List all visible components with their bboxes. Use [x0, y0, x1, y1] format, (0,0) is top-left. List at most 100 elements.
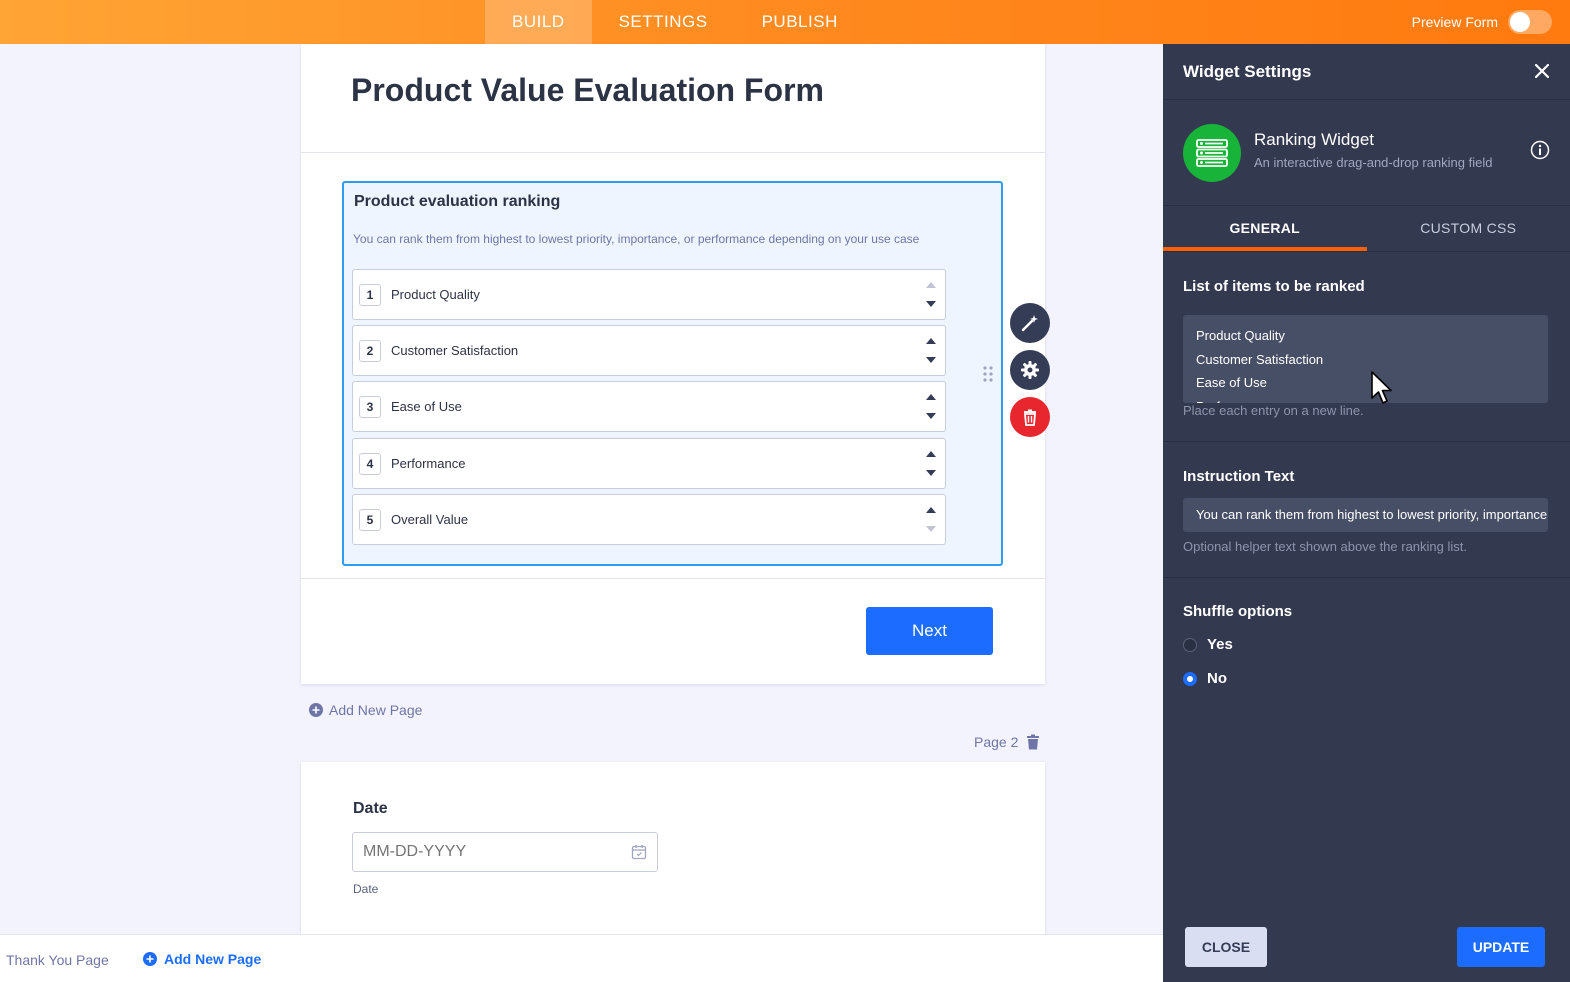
date-field-label: Date	[353, 800, 388, 817]
form-page-2: Date Date	[301, 762, 1045, 934]
instruction-section-label: Instruction Text	[1183, 468, 1295, 485]
shuffle-option-yes[interactable]: Yes	[1183, 636, 1233, 653]
rank-item-text: Product Quality	[391, 287, 480, 302]
toggle-knob	[1510, 12, 1530, 32]
instruction-section: Instruction Text You can rank them from …	[1163, 442, 1570, 578]
date-sublabel: Date	[353, 882, 379, 896]
radio-label: No	[1207, 670, 1227, 687]
form-title[interactable]: Product Value Evaluation Form	[351, 72, 824, 109]
panel-header: Widget Settings	[1163, 44, 1570, 100]
wand-button[interactable]	[1010, 303, 1050, 343]
rank-number: 4	[359, 453, 381, 475]
preview-form-toggle[interactable]	[1508, 10, 1552, 34]
trash-icon	[1024, 409, 1036, 426]
thank-you-page-link[interactable]: Thank You Page	[6, 952, 109, 968]
rank-item-text: Overall Value	[391, 512, 469, 527]
trash-icon[interactable]	[1026, 734, 1040, 750]
arrow-down-icon[interactable]	[925, 525, 937, 534]
rank-item[interactable]: 1 Product Quality	[352, 269, 946, 320]
rank-item-text: Performance	[391, 456, 466, 471]
rank-number: 2	[359, 340, 381, 362]
items-textarea[interactable]: Product Quality Customer Satisfaction Ea…	[1183, 315, 1548, 403]
items-section: List of items to be ranked Product Quali…	[1163, 252, 1570, 442]
tab-general[interactable]: GENERAL	[1163, 206, 1367, 251]
plus-circle-icon	[309, 703, 323, 717]
ranking-widget[interactable]: Product evaluation ranking You can rank …	[342, 181, 1003, 566]
tab-publish[interactable]: PUBLISH	[735, 0, 865, 44]
shuffle-section: Shuffle options Yes No	[1163, 578, 1570, 718]
radio-button[interactable]	[1183, 671, 1197, 686]
widget-settings-panel: Widget Settings Ranking Widget An intera…	[1163, 44, 1570, 982]
arrow-down-icon[interactable]	[925, 300, 937, 309]
arrow-up-icon[interactable]	[925, 336, 937, 345]
items-hint: Place each entry on a new line.	[1183, 403, 1364, 418]
arrow-up-icon[interactable]	[925, 449, 937, 458]
update-button[interactable]: UPDATE	[1457, 927, 1545, 967]
items-section-label: List of items to be ranked	[1183, 278, 1365, 295]
rank-item[interactable]: 3 Ease of Use	[352, 381, 946, 432]
arrow-down-icon[interactable]	[925, 412, 937, 421]
preview-form-control: Preview Form	[1412, 0, 1552, 44]
calendar-icon[interactable]	[631, 844, 647, 860]
rank-number: 1	[359, 284, 381, 306]
drag-handle-icon[interactable]	[983, 365, 993, 383]
page-2-label: Page 2	[974, 734, 1019, 750]
panel-tabs: GENERAL CUSTOM CSS	[1163, 206, 1570, 252]
ranking-instruction: You can rank them from highest to lowest…	[353, 232, 920, 246]
preview-form-label: Preview Form	[1411, 14, 1498, 30]
tab-settings[interactable]: SETTINGS	[592, 0, 735, 44]
rank-number: 3	[359, 396, 381, 418]
page-navigation-bar: Thank You Page Add New Page	[0, 934, 1163, 982]
wand-icon	[1021, 315, 1038, 332]
rank-item[interactable]: 4 Performance	[352, 438, 946, 489]
info-icon[interactable]	[1530, 140, 1550, 160]
radio-button[interactable]	[1183, 637, 1197, 652]
arrow-up-icon[interactable]	[925, 392, 937, 401]
rank-item[interactable]: 2 Customer Satisfaction	[352, 325, 946, 376]
tab-build[interactable]: BUILD	[485, 0, 592, 44]
close-button[interactable]: CLOSE	[1185, 927, 1267, 967]
items-line: Ease of Use	[1196, 375, 1267, 390]
gear-icon	[1021, 361, 1039, 379]
add-new-page-link[interactable]: Add New Page	[309, 702, 422, 718]
divider	[301, 152, 1045, 153]
items-line: Customer Satisfaction	[1196, 351, 1324, 367]
arrow-up-icon[interactable]	[925, 280, 937, 289]
arrow-up-icon[interactable]	[925, 505, 937, 514]
ranking-widget-label: Product evaluation ranking	[354, 193, 561, 210]
page-2-header: Page 2	[974, 734, 1040, 750]
rank-item[interactable]: 5 Overall Value	[352, 494, 946, 545]
properties-button[interactable]	[1010, 350, 1050, 390]
widget-name: Ranking Widget	[1254, 130, 1375, 149]
items-line: Product Quality	[1196, 328, 1285, 343]
rank-number: 5	[359, 509, 381, 531]
rank-item-text: Customer Satisfaction	[391, 343, 519, 358]
instruction-text-input[interactable]: You can rank them from highest to lowest…	[1183, 498, 1548, 532]
mouse-cursor-icon	[1371, 371, 1392, 404]
arrow-down-icon[interactable]	[925, 469, 937, 478]
add-new-page-button[interactable]: Add New Page	[143, 951, 261, 967]
delete-field-button[interactable]	[1010, 397, 1050, 437]
instruction-hint: Optional helper text shown above the ran…	[1183, 539, 1468, 554]
radio-label: Yes	[1207, 636, 1233, 653]
next-button[interactable]: Next	[866, 607, 993, 655]
add-new-page-label: Add New Page	[164, 951, 262, 967]
shuffle-section-label: Shuffle options	[1183, 603, 1293, 620]
arrow-down-icon[interactable]	[925, 356, 937, 365]
tab-custom-css[interactable]: CUSTOM CSS	[1367, 206, 1570, 251]
close-icon[interactable]	[1534, 63, 1550, 79]
plus-circle-icon	[143, 952, 157, 966]
top-navigation-bar: BUILD SETTINGS PUBLISH Preview Form	[0, 0, 1570, 44]
rank-item-text: Ease of Use	[391, 399, 462, 414]
ranking-list-icon	[1183, 124, 1241, 182]
add-new-page-label: Add New Page	[329, 702, 423, 718]
builder-tabs: BUILD SETTINGS PUBLISH	[485, 0, 865, 44]
date-input[interactable]	[352, 832, 658, 872]
divider	[301, 578, 1045, 579]
items-line: Performance	[1196, 395, 1535, 404]
panel-title: Widget Settings	[1183, 62, 1312, 81]
shuffle-option-no[interactable]: No	[1183, 670, 1227, 687]
form-page-1: Product Value Evaluation Form Product ev…	[301, 44, 1045, 684]
widget-description: An interactive drag-and-drop ranking fie…	[1254, 155, 1493, 170]
widget-info: Ranking Widget An interactive drag-and-d…	[1163, 100, 1570, 206]
